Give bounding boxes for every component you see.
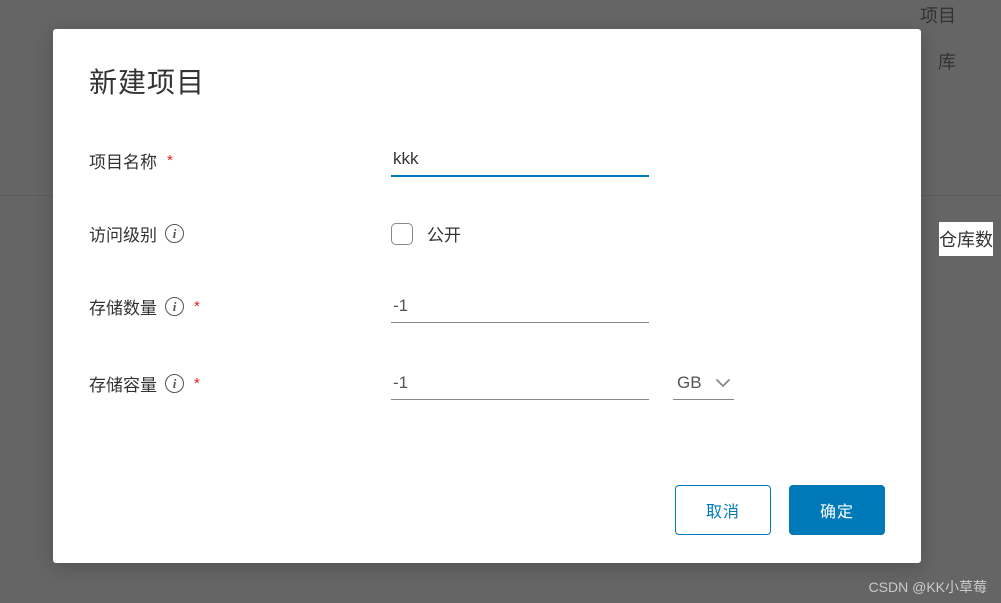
storage-count-control — [391, 290, 649, 323]
access-level-row: 访问级别 i 公开 — [89, 221, 885, 246]
cancel-button[interactable]: 取消 — [675, 485, 771, 535]
confirm-button[interactable]: 确定 — [789, 485, 885, 535]
capacity-unit-value: GB — [677, 373, 702, 393]
project-name-input[interactable] — [391, 143, 649, 177]
project-name-label: 项目名称 * — [89, 148, 391, 173]
project-name-control — [391, 143, 649, 177]
label-text: 访问级别 — [89, 221, 157, 246]
required-mark: * — [167, 152, 173, 169]
label-text: 项目名称 — [89, 148, 157, 173]
required-mark: * — [194, 375, 200, 392]
watermark: CSDN @KK小草莓 — [869, 577, 987, 597]
access-level-label: 访问级别 i — [89, 221, 391, 246]
public-checkbox-wrap: 公开 — [391, 221, 461, 246]
new-project-modal: 新建项目 项目名称 * 访问级别 i 公开 存储数量 i * — [53, 29, 921, 563]
storage-capacity-label: 存储容量 i * — [89, 371, 391, 396]
info-icon[interactable]: i — [165, 297, 184, 316]
info-icon[interactable]: i — [165, 374, 184, 393]
background-text: 项目 — [920, 2, 956, 28]
storage-count-input[interactable] — [391, 290, 649, 323]
access-level-control: 公开 — [391, 221, 461, 246]
storage-capacity-input[interactable] — [391, 367, 649, 400]
public-checkbox[interactable] — [391, 223, 413, 245]
storage-capacity-row: 存储容量 i * GB — [89, 367, 885, 400]
capacity-unit-select[interactable]: GB — [673, 367, 734, 400]
background-text: 仓库数 — [939, 222, 993, 256]
required-mark: * — [194, 298, 200, 315]
info-icon[interactable]: i — [165, 224, 184, 243]
modal-footer: 取消 确定 — [89, 485, 885, 535]
modal-title: 新建项目 — [89, 61, 885, 101]
project-name-row: 项目名称 * — [89, 143, 885, 177]
public-checkbox-label: 公开 — [427, 221, 461, 246]
background-text: 库 — [938, 48, 956, 74]
storage-count-label: 存储数量 i * — [89, 294, 391, 319]
storage-count-row: 存储数量 i * — [89, 290, 885, 323]
label-text: 存储容量 — [89, 371, 157, 396]
storage-capacity-control: GB — [391, 367, 734, 400]
chevron-down-icon — [716, 379, 730, 387]
label-text: 存储数量 — [89, 294, 157, 319]
